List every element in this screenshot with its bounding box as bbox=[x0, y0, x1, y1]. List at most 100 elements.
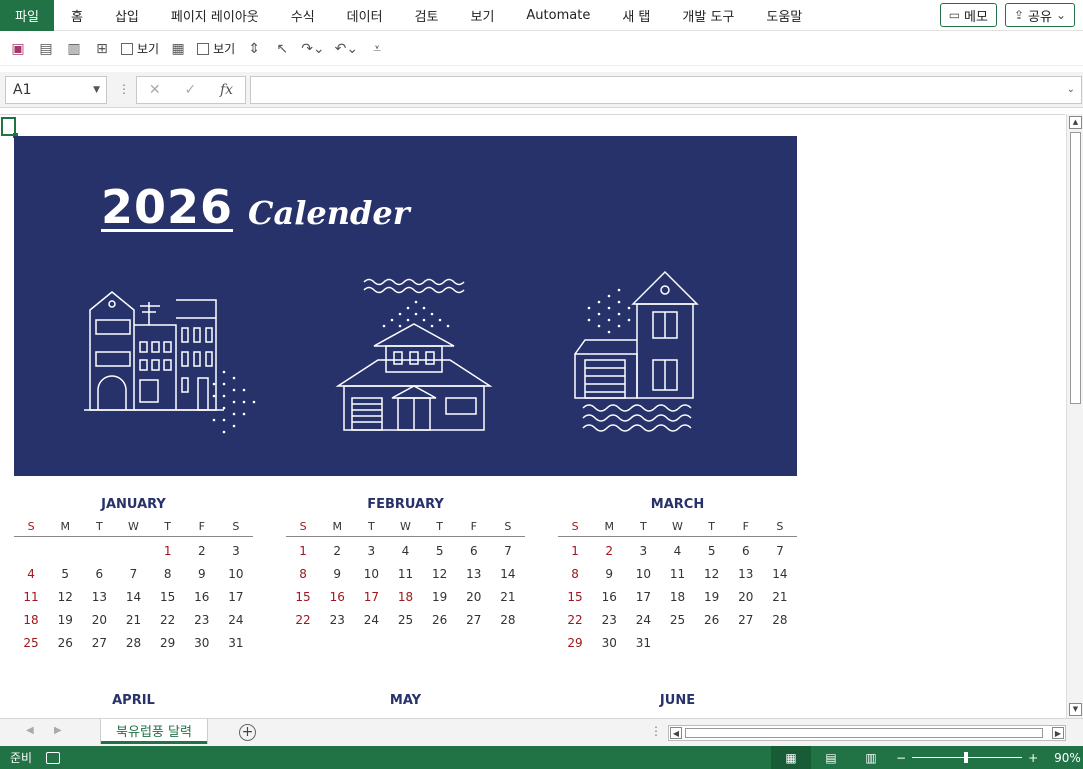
prev-sheet-icon[interactable]: ◀ bbox=[26, 725, 34, 736]
calendar-day: 2 bbox=[333, 543, 342, 558]
weekday: W bbox=[672, 520, 683, 533]
weekday: F bbox=[470, 520, 477, 533]
view-label-2: 보기 bbox=[213, 42, 236, 56]
redo-icon[interactable]: ↷⌄ bbox=[298, 36, 327, 62]
more-icon[interactable]: ⋮ bbox=[118, 82, 130, 96]
calendar-day: 24 bbox=[228, 612, 244, 627]
calendar-day: 11 bbox=[669, 566, 686, 581]
active-cell-selection[interactable] bbox=[1, 117, 18, 138]
calendar-day: 2 bbox=[197, 543, 206, 558]
page-break-view-icon[interactable]: ▥ bbox=[851, 746, 891, 769]
zoom-out-icon[interactable]: − bbox=[896, 751, 906, 765]
calendar-day: 13 bbox=[738, 566, 754, 581]
calendar-day: 4 bbox=[673, 543, 682, 558]
tab-home[interactable]: 홈 bbox=[54, 6, 98, 25]
weekday: F bbox=[742, 520, 749, 533]
calendar-day: 21 bbox=[125, 612, 142, 627]
view-toggle-2[interactable]: 보기 bbox=[194, 36, 238, 62]
scroll-thumb[interactable] bbox=[1070, 132, 1081, 404]
cancel-icon[interactable]: ✕ bbox=[149, 82, 161, 98]
calendar-day: 25 bbox=[669, 612, 686, 627]
scroll-down-icon[interactable]: ▼ bbox=[1069, 703, 1082, 716]
enter-icon[interactable]: ✓ bbox=[184, 82, 196, 98]
zoom-in-icon[interactable]: + bbox=[1028, 751, 1038, 765]
row-height-icon[interactable]: ⇕ bbox=[242, 36, 266, 62]
calendar-day: 16 bbox=[601, 589, 617, 604]
tab-help[interactable]: 도움말 bbox=[749, 6, 817, 25]
calendar-day: 28 bbox=[772, 612, 788, 627]
month-title: MAY bbox=[389, 693, 422, 708]
tab-formulas[interactable]: 수식 bbox=[274, 6, 330, 25]
page-layout-view-icon[interactable]: ▤ bbox=[811, 746, 851, 769]
scroll-up-icon[interactable]: ▲ bbox=[1069, 116, 1082, 129]
protect-sheet-icon[interactable]: ▦ bbox=[166, 36, 190, 62]
tab-automate[interactable]: Automate bbox=[509, 8, 605, 23]
calendar-day: 5 bbox=[707, 543, 716, 558]
scroll-right-icon[interactable]: ▶ bbox=[1052, 727, 1064, 739]
calendar-day: 8 bbox=[299, 566, 307, 581]
calendar-day: 23 bbox=[194, 612, 210, 627]
vertical-scrollbar[interactable]: ▲ ▼ bbox=[1066, 114, 1083, 718]
calendar-day: 18 bbox=[23, 612, 39, 627]
sheet-tab-active[interactable]: 북유럽풍 달력 bbox=[101, 719, 207, 744]
calendar-day: 24 bbox=[363, 612, 379, 627]
tab-view[interactable]: 보기 bbox=[453, 6, 509, 25]
name-box[interactable]: A1 ▼ bbox=[5, 76, 107, 104]
zoom-slider[interactable] bbox=[912, 752, 1023, 763]
next-sheet-icon[interactable]: ▶ bbox=[54, 725, 62, 736]
weekday: W bbox=[128, 520, 139, 533]
calendar-day: 2 bbox=[605, 543, 614, 558]
scroll-thumb[interactable] bbox=[685, 728, 1043, 738]
paste-values-icon[interactable]: ▤ bbox=[34, 36, 58, 62]
normal-view-icon[interactable]: ▦ bbox=[771, 746, 811, 769]
calendar-day: 21 bbox=[772, 589, 788, 604]
more-icon[interactable]: ⋮ bbox=[650, 724, 662, 738]
tab-page-layout[interactable]: 페이지 레이아웃 bbox=[154, 6, 274, 25]
weekday: S bbox=[299, 520, 307, 533]
memo-button[interactable]: ▭ 메모 bbox=[939, 3, 997, 27]
chevron-down-icon[interactable]: ▼ bbox=[93, 85, 100, 95]
checkbox-icon bbox=[197, 42, 210, 55]
calendar-day: 23 bbox=[329, 612, 345, 627]
weekday: T bbox=[367, 520, 375, 533]
tab-file[interactable]: 파일 bbox=[0, 0, 54, 31]
horizontal-scrollbar[interactable]: ◀ ▶ bbox=[668, 725, 1066, 741]
undo-icon[interactable]: ↶⌄ bbox=[332, 36, 361, 62]
calendar-day: 23 bbox=[601, 612, 617, 627]
weekday: T bbox=[639, 520, 647, 533]
scroll-left-icon[interactable]: ◀ bbox=[670, 727, 682, 739]
add-sheet-icon[interactable]: + bbox=[239, 724, 256, 741]
share-label: 공유 bbox=[1028, 9, 1052, 25]
month-may: MAY bbox=[286, 693, 525, 713]
fit-icon[interactable]: ⊞ bbox=[90, 36, 114, 62]
sheet-tab-bar: ◀ ▶ 북유럽풍 달력 + ⋮ ◀ ▶ bbox=[0, 718, 1083, 746]
tab-data[interactable]: 데이터 bbox=[330, 6, 398, 25]
insert-function-icon[interactable]: fx bbox=[220, 82, 233, 98]
banner-title: Calender bbox=[248, 194, 410, 232]
calendar-day: 15 bbox=[567, 589, 583, 604]
calendar-day: 13 bbox=[466, 566, 482, 581]
calendar-day: 26 bbox=[431, 612, 448, 627]
macro-record-icon[interactable] bbox=[46, 751, 61, 764]
calendar-day: 17 bbox=[363, 589, 379, 604]
paste-format-icon[interactable]: ▥ bbox=[62, 36, 86, 62]
calendar-day: 4 bbox=[401, 543, 410, 558]
tab-review[interactable]: 검토 bbox=[398, 6, 454, 25]
worksheet-grid[interactable]: 2026 Calender JANUARY S M T W T F S 1 2 … bbox=[0, 114, 1065, 718]
tab-new[interactable]: 새 탭 bbox=[605, 6, 665, 25]
save-icon[interactable]: ▣ bbox=[6, 36, 30, 62]
tab-insert[interactable]: 삽입 bbox=[98, 6, 154, 25]
tab-developer[interactable]: 개발 도구 bbox=[665, 6, 749, 25]
customize-toolbar-icon[interactable]: ⩡ bbox=[365, 36, 389, 62]
select-pointer-icon[interactable]: ↖ bbox=[270, 36, 294, 62]
expand-formula-icon[interactable]: ⌄ bbox=[1067, 84, 1075, 95]
weekday-header: S M T W T F S bbox=[14, 517, 253, 537]
view-toggle-1[interactable]: 보기 bbox=[118, 36, 162, 62]
calendar-day: 4 bbox=[27, 566, 35, 581]
formula-input[interactable]: ⌄ bbox=[250, 76, 1082, 104]
share-button[interactable]: ⇪ 공유 ⌄ bbox=[1004, 3, 1075, 27]
zoom-level[interactable]: 90% bbox=[1054, 751, 1081, 765]
weekday: S bbox=[776, 520, 784, 533]
calendar-day: 30 bbox=[601, 635, 617, 650]
calendar-day: 31 bbox=[635, 635, 651, 650]
